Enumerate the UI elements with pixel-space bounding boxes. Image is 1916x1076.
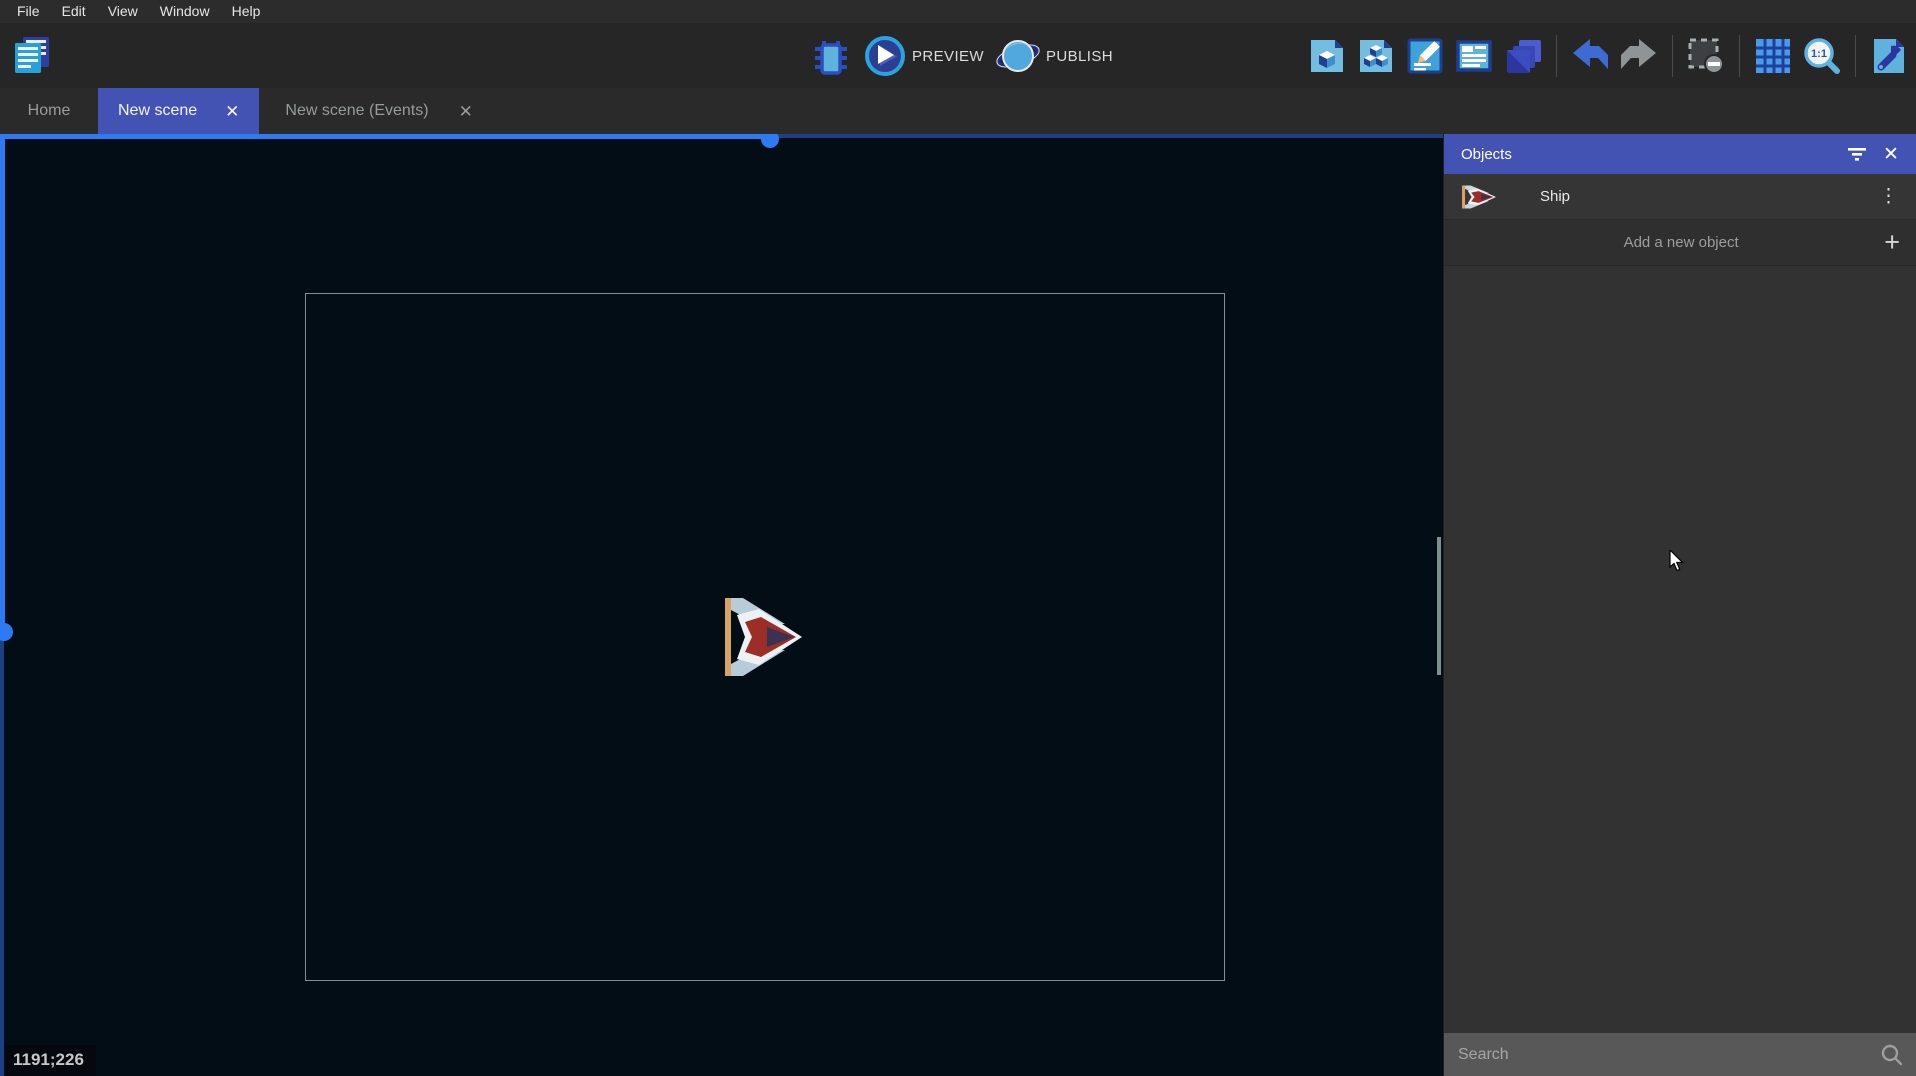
debugger-button[interactable]	[810, 35, 852, 77]
ship-object-icon	[1462, 184, 1496, 210]
tab-label: New scene	[118, 102, 197, 120]
add-object-label: Add a new object	[1444, 234, 1884, 251]
undo-button[interactable]	[1569, 35, 1611, 77]
horizontal-scrollbar-fill[interactable]	[0, 134, 766, 139]
instances-list-icon	[1455, 37, 1493, 75]
close-icon[interactable]: ✕	[459, 103, 473, 120]
toolbar-separator	[1739, 35, 1740, 77]
preview-label: PREVIEW	[912, 48, 984, 65]
ship-sprite[interactable]	[725, 593, 803, 681]
plus-icon: +	[1884, 229, 1900, 256]
tab-label: Home	[28, 102, 71, 120]
objects-editor-icon	[1308, 37, 1346, 75]
search-icon[interactable]	[1880, 1043, 1904, 1067]
object-name: Ship	[1540, 188, 1879, 205]
objects-panel-title: Objects	[1461, 146, 1840, 163]
zoom-1-1-icon: 1:1	[1802, 36, 1842, 76]
publish-label: PUBLISH	[1046, 48, 1113, 65]
grid-button[interactable]	[1752, 35, 1794, 77]
debug-bug-icon	[811, 36, 851, 76]
scene-editor-canvas[interactable]: 1191;226	[0, 134, 1443, 1076]
filter-button[interactable]	[1840, 137, 1874, 171]
panel-resize-scrollbar-thumb[interactable]	[1437, 537, 1441, 675]
project-manager-icon	[9, 31, 55, 77]
grid-icon	[1753, 36, 1793, 76]
tab-home[interactable]: Home	[0, 88, 98, 134]
close-icon[interactable]: ✕	[1874, 137, 1908, 171]
project-manager-button[interactable]	[8, 29, 56, 79]
tab-label: New scene (Events)	[285, 102, 428, 120]
menu-help[interactable]: Help	[221, 0, 272, 23]
menu-window[interactable]: Window	[149, 0, 221, 23]
tab-new-scene[interactable]: New scene ✕	[98, 88, 259, 134]
properties-pencil-icon	[1406, 37, 1444, 75]
add-object-button[interactable]: Add a new object +	[1444, 220, 1916, 266]
deselect-button[interactable]	[1685, 35, 1727, 77]
objects-panel-header: Objects ✕	[1444, 134, 1916, 174]
cursor-coordinates: 1191;226	[5, 1045, 96, 1076]
play-icon	[864, 35, 906, 77]
menu-file[interactable]: File	[6, 0, 51, 23]
object-list-item-ship[interactable]: Ship ⋮	[1444, 174, 1916, 220]
close-icon[interactable]: ✕	[225, 103, 239, 120]
redo-icon	[1618, 36, 1660, 76]
objects-panel: Objects ✕ Ship ⋮ Add	[1443, 134, 1916, 1076]
zoom-1-1-button[interactable]: 1:1	[1801, 35, 1843, 77]
menu-edit[interactable]: Edit	[51, 0, 97, 23]
instances-list-button[interactable]	[1453, 35, 1495, 77]
editor-tab-bar: Home New scene ✕ New scene (Events) ✕	[0, 88, 1916, 134]
vertical-scrollbar-track[interactable]	[0, 631, 4, 1076]
publish-globe-icon	[996, 34, 1040, 78]
toolbar-separator	[1855, 35, 1856, 77]
search-input[interactable]	[1444, 1046, 1880, 1064]
horizontal-scrollbar-thumb[interactable]	[761, 134, 779, 148]
gdevelop-window: File Edit View Window Help	[0, 0, 1916, 1076]
main-toolbar: PREVIEW PUBLISH	[0, 23, 1916, 88]
redo-button[interactable]	[1618, 35, 1660, 77]
object-groups-icon	[1357, 37, 1395, 75]
publish-button[interactable]: PUBLISH	[996, 34, 1113, 78]
undo-icon	[1569, 36, 1611, 76]
horizontal-scrollbar-track[interactable]	[766, 134, 1443, 138]
toolbar-center-group: PREVIEW PUBLISH	[810, 31, 1113, 81]
debugger-tools-button[interactable]	[1868, 35, 1910, 77]
kebab-menu-icon[interactable]: ⋮	[1879, 187, 1898, 206]
menu-view[interactable]: View	[97, 0, 149, 23]
layers-button[interactable]	[1502, 35, 1544, 77]
toolbar-separator	[1556, 35, 1557, 77]
deselect-icon	[1686, 36, 1726, 76]
layers-icon	[1503, 36, 1543, 76]
mouse-cursor	[1669, 550, 1685, 572]
preview-button[interactable]: PREVIEW	[864, 35, 984, 77]
vertical-scrollbar-thumb[interactable]	[0, 623, 13, 641]
tab-new-scene-events[interactable]: New scene (Events) ✕	[259, 88, 498, 134]
objects-search-bar	[1444, 1033, 1916, 1076]
svg-text:1:1: 1:1	[1811, 48, 1827, 60]
vertical-scrollbar-fill[interactable]	[0, 134, 5, 631]
toolbar-right-group: 1:1	[1306, 31, 1910, 81]
menu-bar: File Edit View Window Help	[0, 0, 1916, 23]
object-groups-button[interactable]	[1355, 35, 1397, 77]
properties-button[interactable]	[1404, 35, 1446, 77]
toolbar-separator	[1672, 35, 1673, 77]
filter-icon	[1846, 145, 1868, 163]
objects-editor-button[interactable]	[1306, 35, 1348, 77]
wrench-tools-icon	[1869, 36, 1909, 76]
